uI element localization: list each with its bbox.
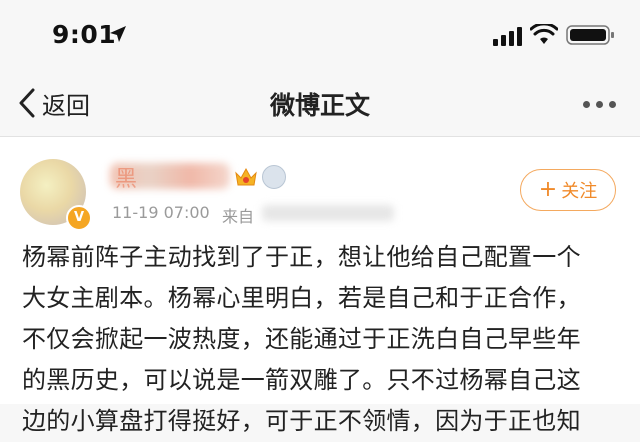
plus-icon: +	[538, 177, 558, 202]
post-text-line: 边的小算盘打得挺好，可于正不领情，因为于正也知	[22, 407, 581, 435]
post-text-line: 不仅会掀起一波热度，还能通过于正洗白自己早些年	[22, 325, 581, 353]
post-card: V 黑 11-19 07:00 来自 + 关注 杨幂前阵子主动找到了于正，想让他…	[0, 137, 640, 435]
post-text-line: 杨幂前阵子主动找到了于正，想让他给自己配置一个	[22, 243, 581, 271]
source-redaction	[262, 205, 394, 221]
more-options-button[interactable]	[580, 96, 620, 110]
post-source: 来自	[222, 207, 255, 226]
cellular-signal-icon	[493, 27, 522, 46]
crown-icon	[235, 167, 257, 186]
post-text-line: 大女主剧本。杨幂心里明白，若是自己和于正合作，	[22, 284, 581, 312]
verified-badge-icon: V	[66, 205, 92, 231]
post-text-line: 的黑历史，可以说是一箭双雕了。只不过杨幂自己这	[22, 366, 581, 394]
follow-label: 关注	[561, 181, 598, 202]
more-dot-icon	[583, 101, 590, 108]
follow-button[interactable]: + 关注	[520, 169, 616, 211]
battery-icon	[566, 25, 614, 45]
more-dot-icon	[596, 101, 603, 108]
member-level-icon	[262, 165, 286, 189]
location-arrow-icon	[110, 26, 126, 42]
status-time: 9:01	[52, 20, 117, 49]
more-dot-icon	[609, 101, 616, 108]
post-timestamp: 11-19 07:00	[112, 203, 210, 222]
navigation-bar: 返回 微博正文	[0, 68, 640, 137]
status-bar: 9:01	[0, 0, 640, 68]
post-body: 杨幂前阵子主动找到了于正，想让他给自己配置一个 大女主剧本。杨幂心里明白，若是自…	[22, 237, 620, 442]
username[interactable]: 黑	[115, 161, 137, 193]
page-title: 微博正文	[269, 91, 370, 120]
wifi-icon	[530, 24, 558, 44]
